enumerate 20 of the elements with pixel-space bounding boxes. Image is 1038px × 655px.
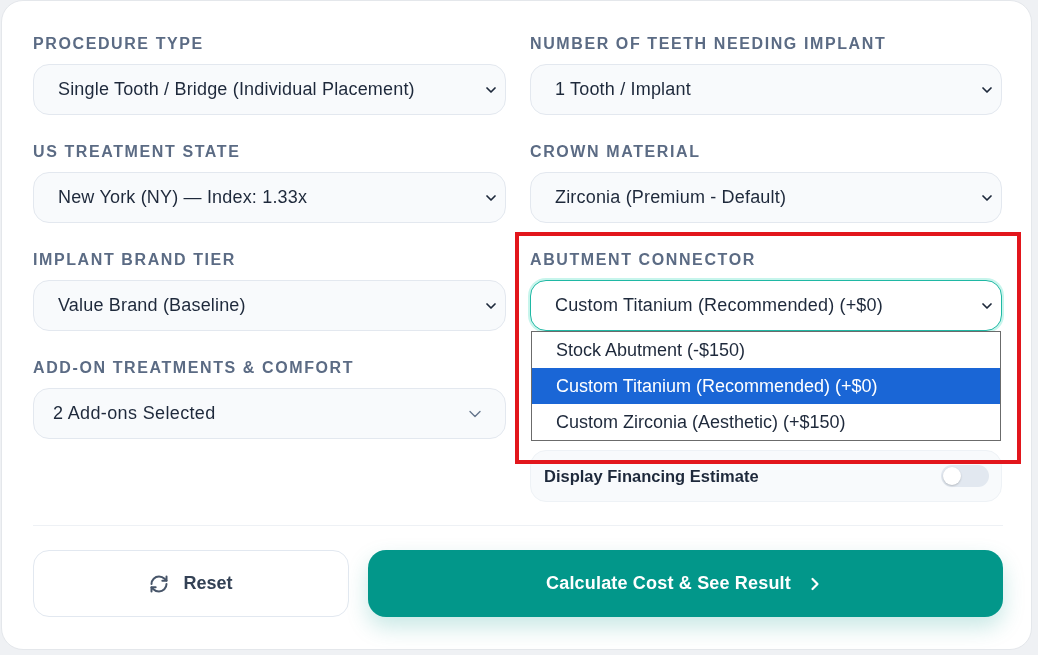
select-field[interactable]: 2 Add-ons Selected: [33, 388, 506, 439]
refresh-icon: [149, 573, 170, 594]
reset-button[interactable]: Reset: [33, 550, 349, 617]
field-label: NUMBER OF TEETH NEEDING IMPLANT: [530, 34, 888, 54]
select-field[interactable]: Custom Titanium (Recommended) (+$0): [530, 280, 1002, 331]
toggle-switch[interactable]: [941, 465, 989, 487]
field-label: PROCEDURE TYPE: [33, 34, 205, 54]
calculate-button[interactable]: Calculate Cost & See Result: [368, 550, 1003, 617]
select-field[interactable]: Value Brand (Baseline): [33, 280, 506, 331]
field-label: IMPLANT BRAND TIER: [33, 250, 237, 270]
select-field[interactable]: Zirconia (Premium - Default): [530, 172, 1002, 223]
select-field[interactable]: 1 Tooth / Implant: [530, 64, 1002, 115]
toggle-label: Display Financing Estimate: [544, 465, 759, 487]
field-label: ADD-ON TREATMENTS & COMFORT: [33, 358, 356, 378]
field-label: ABUTMENT CONNECTOR: [530, 250, 757, 270]
dropdown-option[interactable]: Custom Titanium (Recommended) (+$0): [532, 368, 1000, 404]
field-label: CROWN MATERIAL: [530, 142, 702, 162]
field-label: US TREATMENT STATE: [33, 142, 242, 162]
select-field[interactable]: New York (NY) — Index: 1.33x: [33, 172, 506, 223]
select-field[interactable]: Single Tooth / Bridge (Individual Placement): [33, 64, 506, 115]
